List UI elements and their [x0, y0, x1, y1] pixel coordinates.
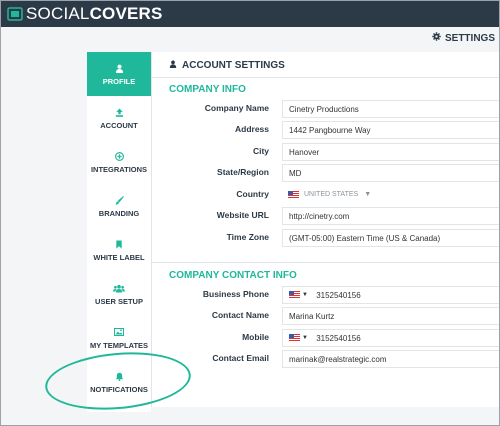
- field-label: Contact Name: [211, 310, 269, 320]
- user-icon: [169, 60, 177, 71]
- timezone-select[interactable]: (GMT-05:00) Eastern Time (US & Canada): [282, 229, 499, 247]
- us-flag-icon: [288, 191, 299, 198]
- contact-name-input[interactable]: Marina Kurtz: [282, 307, 499, 325]
- mobile-input[interactable]: ▼ 3152540156: [282, 329, 499, 347]
- country-value: UNITED STATES: [304, 191, 359, 198]
- panel-title: ACCOUNT SETTINGS: [169, 60, 285, 71]
- sidebar-item-profile[interactable]: PROFILE: [87, 52, 151, 96]
- form-row-state: State/Region MD: [152, 164, 499, 184]
- form-row-city: City Hanover: [152, 143, 499, 163]
- brush-icon: [114, 195, 124, 206]
- bookmark-icon: [115, 239, 123, 250]
- account-settings-panel: ACCOUNT SETTINGS COMPANY INFO Company Na…: [151, 52, 499, 407]
- form-row-website: Website URL http://cinetry.com: [152, 207, 499, 227]
- settings-header: SETTINGS: [1, 27, 499, 49]
- chevron-down-icon: ▼: [302, 291, 308, 298]
- image-icon: [114, 327, 124, 338]
- sidebar-item-white-label[interactable]: WHITE LABEL: [87, 228, 151, 272]
- form-row-address: Address 1442 Pangbourne Way: [152, 121, 499, 141]
- sidebar-item-label: WHITE LABEL: [93, 252, 145, 262]
- sidebar-item-label: ACCOUNT: [100, 120, 138, 130]
- title-divider: [152, 77, 499, 78]
- form-row-company-name: Company Name Cinetry Productions: [152, 100, 499, 120]
- logo-text-part2: COVERS: [89, 4, 163, 23]
- mobile-value: 3152540156: [316, 334, 361, 343]
- field-label: Business Phone: [202, 289, 269, 299]
- field-label: Website URL: [216, 210, 269, 220]
- field-label: State/Region: [217, 167, 269, 177]
- field-label: Address: [234, 124, 269, 134]
- website-url-input[interactable]: http://cinetry.com: [282, 207, 499, 225]
- address-input[interactable]: 1442 Pangbourne Way: [282, 121, 499, 139]
- top-bar: SOCIALCOVERS: [1, 1, 499, 27]
- form-row-country: Country UNITED STATES ▼: [152, 186, 499, 206]
- sidebar-item-label: BRANDING: [98, 208, 140, 218]
- business-phone-value: 3152540156: [316, 291, 361, 300]
- user-icon: [115, 63, 124, 74]
- sidebar-item-label: PROFILE: [102, 76, 136, 86]
- chevron-down-icon: ▼: [302, 334, 308, 341]
- section-title-contact-info: COMPANY CONTACT INFO: [169, 270, 297, 281]
- country-select[interactable]: UNITED STATES ▼: [282, 186, 499, 204]
- form-row-contact-email: Contact Email marinak@realstrategic.com: [152, 350, 499, 370]
- sidebar-item-label: MY TEMPLATES: [89, 340, 149, 350]
- city-input[interactable]: Hanover: [282, 143, 499, 161]
- sidebar-item-label: USER SETUP: [95, 296, 143, 306]
- panel-title-text: ACCOUNT SETTINGS: [182, 60, 285, 71]
- country-code-dropdown[interactable]: ▼: [289, 291, 308, 298]
- sidebar-item-integrations[interactable]: INTEGRATIONS: [87, 140, 151, 184]
- settings-label: SETTINGS: [444, 32, 495, 44]
- logo-text-part1: SOCIAL: [26, 4, 90, 23]
- form-row-business-phone: Business Phone ▼ 3152540156: [152, 286, 499, 306]
- logo[interactable]: SOCIALCOVERS: [26, 1, 163, 27]
- us-flag-icon: [289, 334, 300, 341]
- field-label: Contact Email: [212, 353, 269, 363]
- field-label: City: [252, 146, 269, 156]
- company-name-input[interactable]: Cinetry Productions: [282, 100, 499, 118]
- sidebar-item-account[interactable]: ACCOUNT: [87, 96, 151, 140]
- settings-link[interactable]: SETTINGS: [432, 32, 495, 44]
- field-label: Country: [236, 189, 269, 199]
- users-icon: [113, 283, 125, 294]
- sidebar-item-user-setup[interactable]: USER SETUP: [87, 272, 151, 316]
- sidebar-item-branding[interactable]: BRANDING: [87, 184, 151, 228]
- form-row-timezone: Time Zone (GMT-05:00) Eastern Time (US &…: [152, 229, 499, 249]
- us-flag-icon: [289, 291, 300, 298]
- plus-circle-icon: [114, 151, 124, 162]
- logo-icon: [7, 7, 23, 21]
- gear-icon: [432, 32, 441, 44]
- chevron-down-icon: ▼: [364, 191, 372, 198]
- upload-icon: [115, 107, 124, 118]
- contact-email-input[interactable]: marinak@realstrategic.com: [282, 350, 499, 368]
- business-phone-input[interactable]: ▼ 3152540156: [282, 286, 499, 304]
- state-input[interactable]: MD: [282, 164, 499, 182]
- field-label: Company Name: [204, 103, 269, 113]
- section-title-company-info: COMPANY INFO: [169, 84, 246, 95]
- field-label: Time Zone: [226, 232, 269, 242]
- sidebar-item-label: INTEGRATIONS: [90, 164, 148, 174]
- section-divider: [152, 262, 499, 263]
- form-row-contact-name: Contact Name Marina Kurtz: [152, 307, 499, 327]
- country-code-dropdown[interactable]: ▼: [289, 334, 308, 341]
- form-row-mobile: Mobile ▼ 3152540156: [152, 329, 499, 349]
- app-window: SOCIALCOVERS SETTINGS PROFILE ACCOUNT IN…: [0, 0, 500, 426]
- field-label: Mobile: [242, 332, 269, 342]
